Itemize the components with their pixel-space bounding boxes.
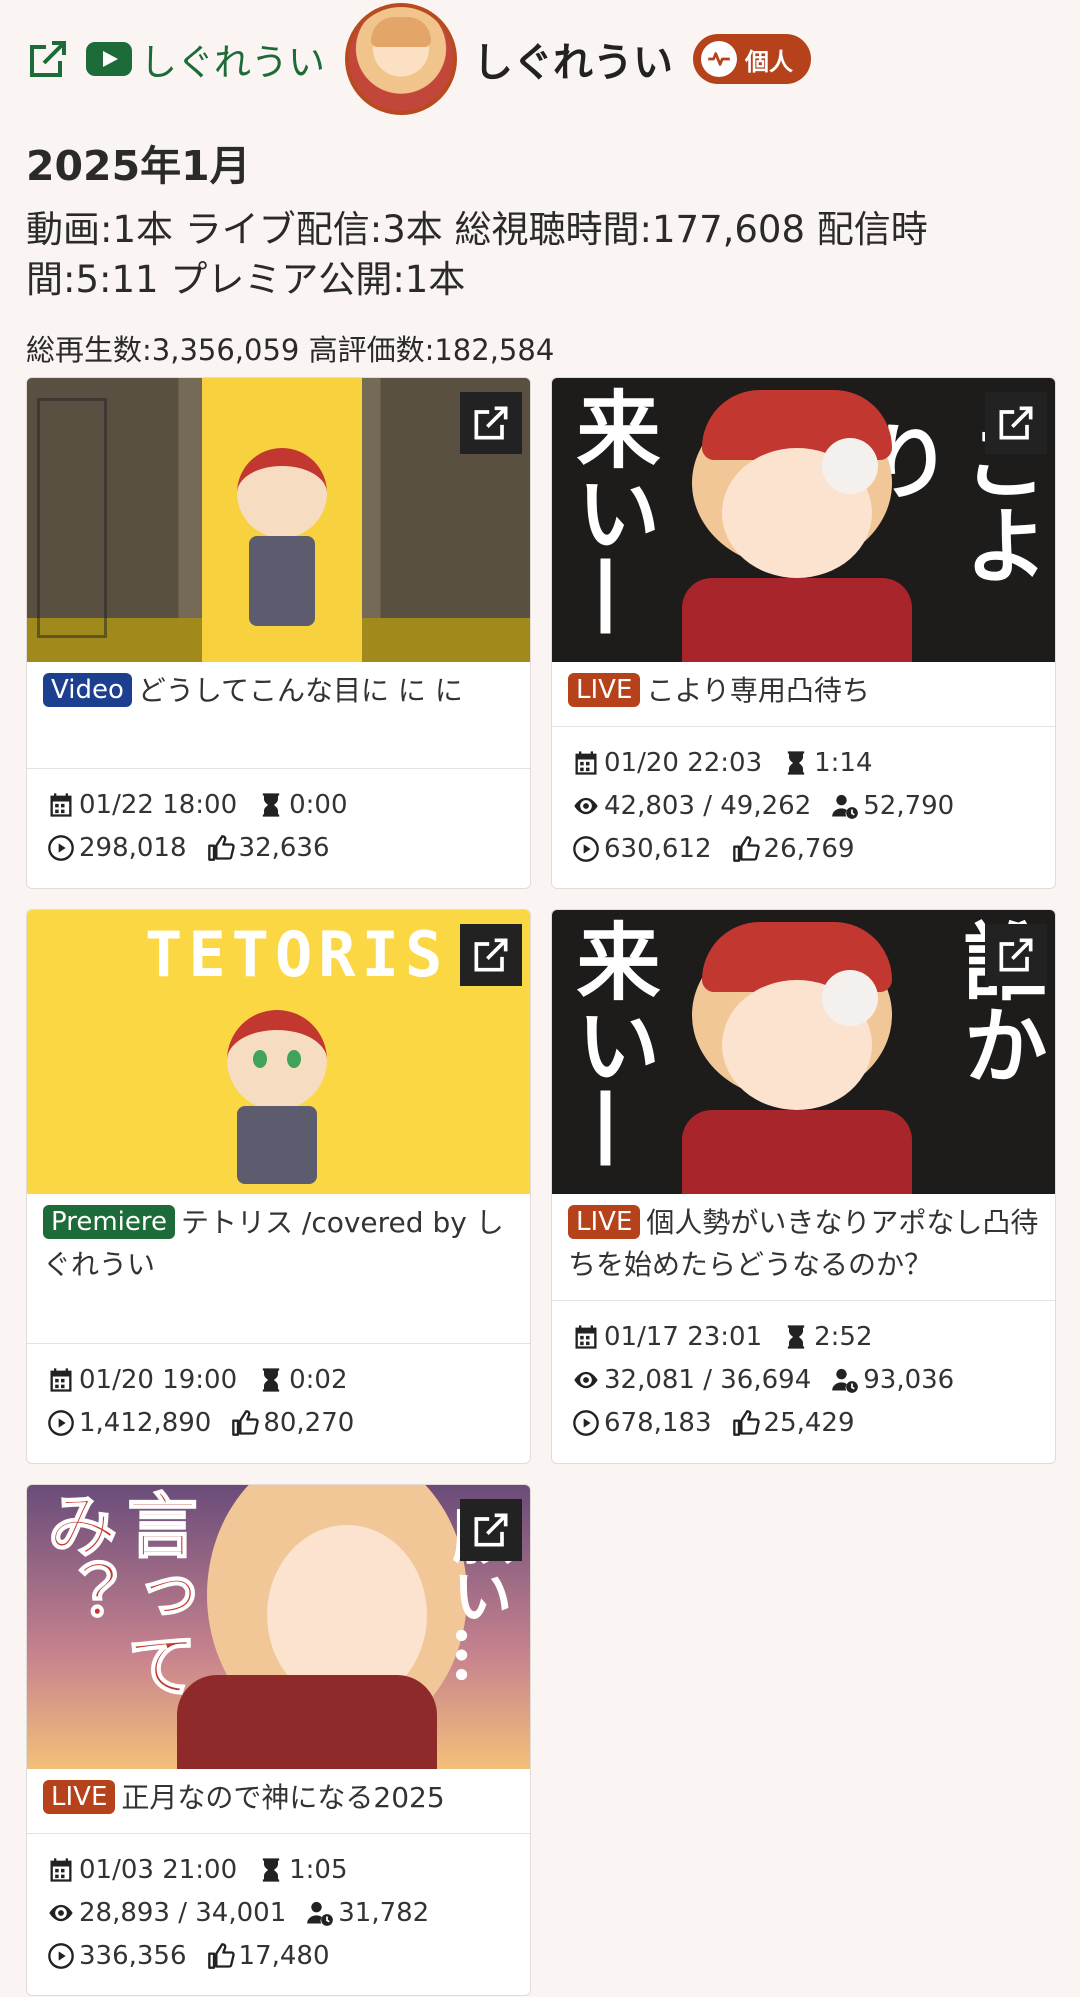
viewers: 28,893 / 34,001 [79,1897,287,1928]
start-time: 01/17 23:01 [604,1321,763,1352]
video-card[interactable]: Video どうしてこんな目に に に 01/22 18:00 0:00 298,0… [26,377,531,889]
type-badge: Premiere [43,1205,175,1239]
calendar-icon [572,1323,600,1351]
video-thumbnail[interactable] [27,378,530,662]
video-title[interactable]: 正月なので神になる2025 [121,1781,444,1814]
video-stats: 01/17 23:01 2:52 32,081 / 36,694 93,036 67… [552,1301,1055,1444]
eye-icon [47,1899,75,1927]
hourglass-icon [257,1366,285,1394]
avatar [345,3,457,115]
type-badge: Video [43,673,132,707]
viewers: 32,081 / 36,694 [604,1364,812,1395]
video-thumbnail[interactable]: 来い— 誰か [552,910,1055,1194]
eye-icon [572,1366,600,1394]
video-card[interactable]: 来い— 誰か LIVE 個人勢がいきなりアポなし凸待ちを始めたらどうなるのか？ 0… [551,909,1056,1464]
thumbs-up-icon [732,1409,760,1437]
youtube-channel-link[interactable]: しぐれうい [140,32,325,86]
monthly-summary: 動画:1本 ライブ配信:3本 総視聴時間:177,608 配信時間:5:11 プ… [26,208,928,301]
play-icon [572,1409,600,1437]
type-badge: LIVE [43,1780,116,1814]
video-thumbnail[interactable]: 来い— こより [552,378,1055,662]
type-badge: LIVE [568,1205,641,1239]
play-icon [47,1942,75,1970]
open-video-icon[interactable] [460,924,522,986]
duration: 0:00 [289,789,348,820]
month-title: 2025年1月 [26,142,251,190]
play-icon [47,1409,75,1437]
video-stats: 01/20 22:03 1:14 42,803 / 49,262 52,790 63… [552,727,1055,870]
video-stats: 01/20 19:00 0:02 1,412,890 80,270 [27,1344,530,1444]
video-stats: 01/03 21:00 1:05 28,893 / 34,001 31,782 33… [27,1834,530,1977]
like-count: 32,636 [238,832,330,863]
start-time: 01/03 21:00 [79,1854,238,1885]
open-video-icon[interactable] [460,392,522,454]
concurrent-viewers-icon [831,1366,859,1394]
start-time: 01/20 22:03 [604,747,763,778]
eye-icon [572,792,600,820]
concurrent-viewers-icon [831,792,859,820]
video-thumbnail[interactable]: 言ってみ？ 願い… [27,1485,530,1769]
video-stats: 01/22 18:00 0:00 298,018 32,636 [27,769,530,869]
hourglass-icon [257,1856,285,1884]
open-video-icon[interactable] [460,1499,522,1561]
thumbs-up-icon [207,1942,235,1970]
video-card[interactable]: TETORIS Premiere テトリス /covered by しぐれうい 0… [26,909,531,1464]
concurrent-viewers-icon [306,1899,334,1927]
concurrent-viewers: 52,790 [863,790,955,821]
youtube-icon[interactable] [86,42,132,76]
video-card[interactable]: 来い— こより LIVE こより専用凸待ち 01/20 22:03 1:14 42,… [551,377,1056,889]
open-video-icon[interactable] [985,392,1047,454]
video-title[interactable]: どうしてこんな目に に に [138,674,463,707]
duration: 0:02 [289,1364,348,1395]
video-card[interactable]: 言ってみ？ 願い… LIVE 正月なので神になる2025 01/03 21:00 1… [26,1484,531,1996]
play-count: 298,018 [79,832,187,863]
thumbnail-text: 言ってみ？ [35,1488,200,1700]
indie-badge-label: 個人 [745,47,793,76]
concurrent-viewers: 93,036 [863,1364,955,1395]
like-count: 25,429 [763,1407,855,1438]
hourglass-icon [782,1323,810,1351]
viewers: 42,803 / 49,262 [604,790,812,821]
thumbs-up-icon [207,834,235,862]
thumbs-up-icon [231,1409,259,1437]
concurrent-viewers: 31,782 [338,1897,430,1928]
thumbnail-text: TETORIS [145,918,449,991]
play-count: 1,412,890 [79,1407,212,1438]
duration: 1:14 [814,747,873,778]
calendar-icon [572,749,600,777]
start-time: 01/20 19:00 [79,1364,238,1395]
external-link-icon[interactable] [24,35,72,83]
thumbnail-text: 来い— [563,386,662,638]
duration: 1:05 [289,1854,348,1885]
duration: 2:52 [814,1321,873,1352]
hourglass-icon [782,749,810,777]
thumbnail-text: 来い— [563,918,662,1170]
like-count: 80,270 [263,1407,355,1438]
play-count: 336,356 [79,1940,187,1971]
open-video-icon[interactable] [985,924,1047,986]
calendar-icon [47,1366,75,1394]
type-badge: LIVE [568,673,641,707]
play-count: 678,183 [604,1407,712,1438]
like-count: 26,769 [763,833,855,864]
indie-badge: 個人 [693,34,811,84]
video-thumbnail[interactable]: TETORIS [27,910,530,1194]
calendar-icon [47,1856,75,1884]
video-title[interactable]: こより専用凸待ち [646,674,869,707]
channel-name: しぐれうい [473,40,673,86]
play-icon [47,834,75,862]
start-time: 01/22 18:00 [79,789,238,820]
play-icon [572,835,600,863]
channel-header: しぐれうい しぐれうい 個人 [24,0,1064,118]
hourglass-icon [257,791,285,819]
play-count: 630,612 [604,833,712,864]
calendar-icon [47,791,75,819]
monthly-totals: 総再生数:3,356,059 高評価数:182,584 [26,333,555,367]
pulse-icon [701,41,737,77]
thumbs-up-icon [732,835,760,863]
like-count: 17,480 [238,1940,330,1971]
